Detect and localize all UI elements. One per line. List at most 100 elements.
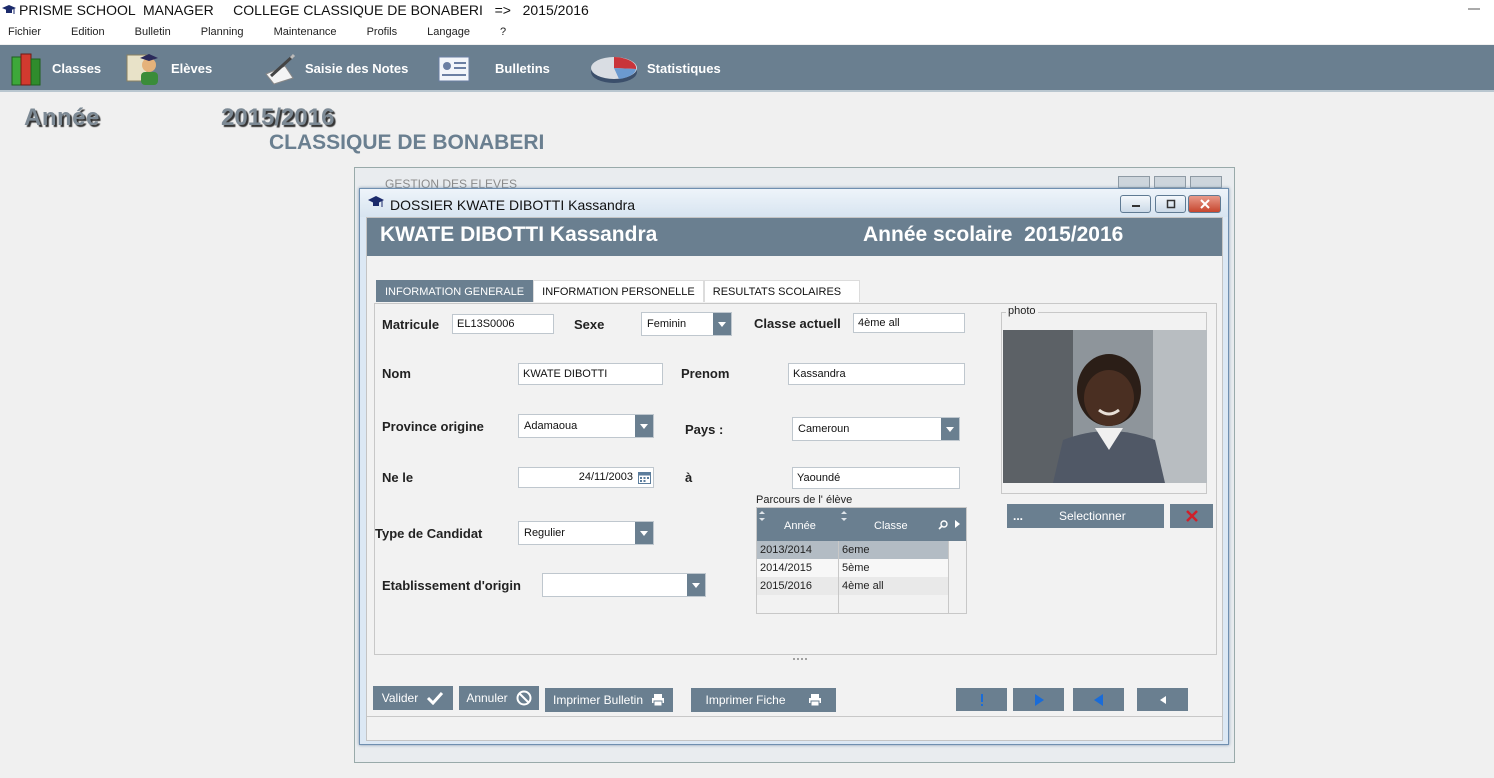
- table-row[interactable]: 2013/2014 6eme: [757, 541, 949, 559]
- previous-record-button[interactable]: [1073, 688, 1124, 711]
- tab-information-generale[interactable]: INFORMATION GENERALE: [376, 280, 534, 302]
- menu-profils[interactable]: Profils: [367, 26, 398, 38]
- province-select[interactable]: Adamaoua: [518, 414, 654, 438]
- next-record-button[interactable]: [1013, 688, 1064, 711]
- statistiques-label: Statistiques: [647, 61, 721, 76]
- grid-divider: [948, 541, 949, 613]
- dossier-maximize-button[interactable]: [1155, 195, 1186, 213]
- dossier-minimize-button[interactable]: [1120, 195, 1151, 213]
- delete-icon: [1185, 510, 1198, 522]
- minimize-icon[interactable]: [1468, 8, 1480, 10]
- sort-icon[interactable]: [841, 511, 847, 521]
- bulletins-button[interactable]: Bulletins: [437, 45, 550, 92]
- eleves-label: Elèves: [171, 61, 213, 76]
- background-year-label: Année: [24, 104, 100, 131]
- row-annee: 2015/2016: [760, 580, 812, 592]
- dossier-tabs: INFORMATION GENERALE INFORMATION PERSONE…: [376, 280, 861, 302]
- tab-resultats-scolaires[interactable]: RESULTATS SCOLAIRES: [703, 280, 861, 302]
- chevron-down-icon[interactable]: [941, 418, 959, 440]
- menu-planning[interactable]: Planning: [201, 26, 244, 38]
- last-record-button[interactable]: [1137, 688, 1188, 711]
- date-naissance-field[interactable]: 24/11/2003: [518, 467, 654, 488]
- chevron-down-icon[interactable]: [713, 313, 731, 335]
- menu-maintenance[interactable]: Maintenance: [274, 26, 337, 38]
- menu-langage[interactable]: Langage: [427, 26, 470, 38]
- province-origine-label: Province origine: [382, 419, 484, 434]
- classes-button[interactable]: Classes: [10, 45, 101, 92]
- chevron-down-icon[interactable]: [635, 522, 653, 544]
- etablissement-select[interactable]: [542, 573, 706, 597]
- sort-icon[interactable]: [759, 511, 765, 521]
- classe-actuelle-field[interactable]: 4ème all: [853, 313, 965, 333]
- calendar-icon[interactable]: [638, 471, 651, 484]
- chevron-down-icon[interactable]: [635, 415, 653, 437]
- prenom-field[interactable]: Kassandra: [788, 363, 965, 385]
- pays-select[interactable]: Cameroun: [792, 417, 960, 441]
- annuler-label: Annuler: [466, 691, 508, 705]
- dossier-window-title: DOSSIER KWATE DIBOTTI Kassandra: [390, 197, 636, 213]
- photo-label: photo: [1006, 305, 1038, 317]
- grip-icon[interactable]: [793, 658, 807, 661]
- select-photo-label: Selectionner: [1059, 509, 1126, 523]
- outer-close-button[interactable]: [1190, 176, 1222, 188]
- photo-group: photo: [1001, 305, 1207, 494]
- sexe-label: Sexe: [574, 317, 605, 332]
- printer-icon: [652, 694, 665, 707]
- search-icon[interactable]: [938, 520, 948, 530]
- delete-photo-button[interactable]: [1170, 504, 1213, 528]
- nom-field[interactable]: KWATE DIBOTTI: [518, 363, 663, 385]
- table-row[interactable]: 2014/2015 5ème: [757, 559, 949, 577]
- outer-maximize-button[interactable]: [1154, 176, 1186, 188]
- col-classe-header[interactable]: Classe: [874, 520, 908, 532]
- outer-minimize-button[interactable]: [1118, 176, 1150, 188]
- menu-help[interactable]: ?: [500, 26, 506, 38]
- sexe-value: Feminin: [647, 318, 687, 330]
- dossier-close-button[interactable]: [1188, 195, 1221, 213]
- saisie-notes-label: Saisie des Notes: [305, 61, 409, 76]
- col-annee-header[interactable]: Année: [784, 520, 816, 532]
- student-icon: [126, 53, 158, 85]
- student-banner: KWATE DIBOTTI Kassandra Année scolaire 2…: [367, 218, 1222, 256]
- menu-fichier[interactable]: Fichier: [8, 26, 41, 38]
- menu-bulletin[interactable]: Bulletin: [135, 26, 171, 38]
- imprimer-fiche-label: Imprimer Fiche: [705, 693, 786, 707]
- chevron-down-icon[interactable]: [687, 574, 705, 596]
- background-school-name: CLASSIQUE DE BONABERI: [269, 131, 545, 154]
- valider-button[interactable]: Valider: [373, 686, 453, 710]
- menu-edition[interactable]: Edition: [71, 26, 105, 38]
- first-icon: [980, 693, 983, 706]
- graduation-cap-icon: [2, 5, 16, 14]
- first-record-button[interactable]: [956, 688, 1007, 711]
- outer-window-controls: [1118, 176, 1222, 188]
- table-row[interactable]: 2015/2016 4ème all: [757, 577, 949, 595]
- close-icon: [1199, 199, 1210, 209]
- cancel-icon: [516, 690, 532, 706]
- row-annee: 2013/2014: [760, 544, 812, 556]
- matricule-field[interactable]: EL13S0006: [452, 314, 554, 334]
- lieu-naissance-field[interactable]: Yaoundé: [792, 467, 960, 489]
- imprimer-bulletin-button[interactable]: Imprimer Bulletin: [545, 688, 673, 712]
- select-photo-button[interactable]: ... Selectionner: [1007, 504, 1164, 528]
- dossier-window: DOSSIER KWATE DIBOTTI Kassandra KWATE DI…: [359, 188, 1229, 745]
- banner-school-year: Année scolaire 2015/2016: [863, 223, 1124, 246]
- imprimer-fiche-button[interactable]: Imprimer Fiche: [691, 688, 836, 712]
- tab-information-personelle[interactable]: INFORMATION PERSONELLE: [533, 280, 704, 302]
- eleves-button[interactable]: Elèves: [125, 45, 212, 92]
- main-toolbar: Classes Elèves Saisie des Notes Bulletin…: [0, 45, 1494, 92]
- annuler-button[interactable]: Annuler: [459, 686, 539, 710]
- statistiques-button[interactable]: Statistiques: [589, 45, 721, 92]
- type-candidat-select[interactable]: Regulier: [518, 521, 654, 545]
- status-bar: [367, 716, 1222, 717]
- nom-label: Nom: [382, 366, 411, 381]
- bulletins-label: Bulletins: [495, 61, 550, 76]
- chevron-right-icon[interactable]: [955, 520, 960, 528]
- background-year-value: 2015/2016: [221, 104, 335, 131]
- sexe-select[interactable]: Feminin: [641, 312, 732, 336]
- pays-value: Cameroun: [798, 423, 850, 435]
- printer-icon: [808, 694, 821, 707]
- dossier-title-bar: DOSSIER KWATE DIBOTTI Kassandra: [360, 189, 1228, 217]
- prenom-label: Prenom: [681, 366, 730, 381]
- saisie-notes-button[interactable]: Saisie des Notes: [263, 45, 408, 92]
- parcours-grid: Année Classe 2013/2014 6eme 2014/2015 5è…: [756, 507, 967, 614]
- row-annee: 2014/2015: [760, 562, 812, 574]
